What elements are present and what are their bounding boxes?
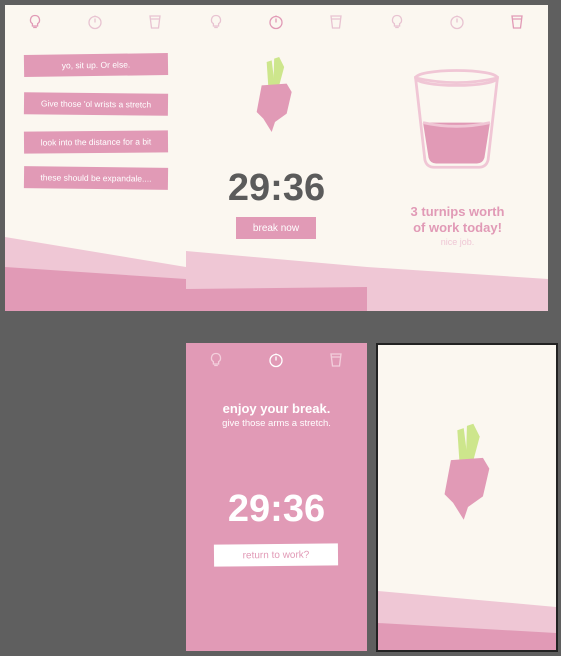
timer-icon	[269, 353, 283, 368]
reminder-card[interactable]: yo, sit up. Or else.	[23, 52, 169, 78]
cup-icon	[149, 15, 161, 29]
tab-stats[interactable]	[145, 11, 165, 33]
tab-bar	[186, 11, 367, 33]
tab-stats[interactable]	[326, 349, 346, 371]
turnip-illustration	[444, 423, 490, 520]
tab-reminders[interactable]	[387, 11, 407, 33]
glass-illustration	[413, 69, 500, 169]
tab-bar	[5, 11, 186, 33]
tab-bar	[367, 11, 548, 33]
cup-icon	[330, 15, 342, 29]
break-subtitle: give those arms a stretch.	[222, 418, 331, 429]
work-timer-screen: 29:36 break now	[186, 5, 367, 311]
timer-icon	[450, 15, 464, 30]
stats-line-1: 3 turnips worth	[410, 204, 505, 219]
timer-icon	[88, 15, 102, 30]
tab-stats[interactable]	[507, 11, 527, 33]
stats-line-2: of work today!	[413, 220, 502, 235]
break-title: enjoy your break.	[222, 401, 331, 416]
tab-timer[interactable]	[447, 11, 467, 33]
lightbulb-icon	[210, 14, 222, 29]
lightbulb-icon	[391, 14, 403, 29]
tab-reminders[interactable]	[25, 11, 45, 33]
lightbulb-icon	[210, 352, 222, 367]
stats-caption: nice job.	[440, 237, 475, 247]
cup-icon	[511, 15, 523, 29]
tab-timer[interactable]	[85, 11, 105, 33]
break-timer: 29:36	[227, 488, 326, 530]
tab-reminders[interactable]	[206, 11, 226, 33]
tab-timer[interactable]	[266, 349, 286, 371]
tab-stats[interactable]	[326, 11, 346, 33]
tab-bar	[186, 349, 367, 371]
break-screen: enjoy your break. give those arms a stre…	[186, 343, 367, 651]
tab-timer[interactable]	[266, 11, 286, 33]
work-timer: 29:36	[227, 167, 326, 209]
break-now-button[interactable]: break now	[236, 217, 316, 239]
lightbulb-icon	[29, 14, 41, 29]
reminder-card[interactable]: look into the distance for a bit	[23, 130, 169, 154]
return-to-work-button[interactable]: return to work?	[213, 543, 339, 567]
cup-icon	[330, 353, 342, 367]
tab-reminders[interactable]	[206, 349, 226, 371]
reminders-screen: yo, sit up. Or else. Give those 'ol wris…	[5, 5, 186, 311]
splash-screen	[376, 343, 558, 652]
timer-icon	[269, 15, 283, 30]
stats-screen: 3 turnips worth of work today! nice job.	[367, 5, 548, 311]
wave-decoration	[5, 237, 186, 311]
reminder-card[interactable]: these should be expandale....	[23, 166, 169, 190]
turnip-illustration	[256, 57, 292, 132]
reminder-card[interactable]: Give those 'ol wrists a stretch	[23, 92, 169, 116]
